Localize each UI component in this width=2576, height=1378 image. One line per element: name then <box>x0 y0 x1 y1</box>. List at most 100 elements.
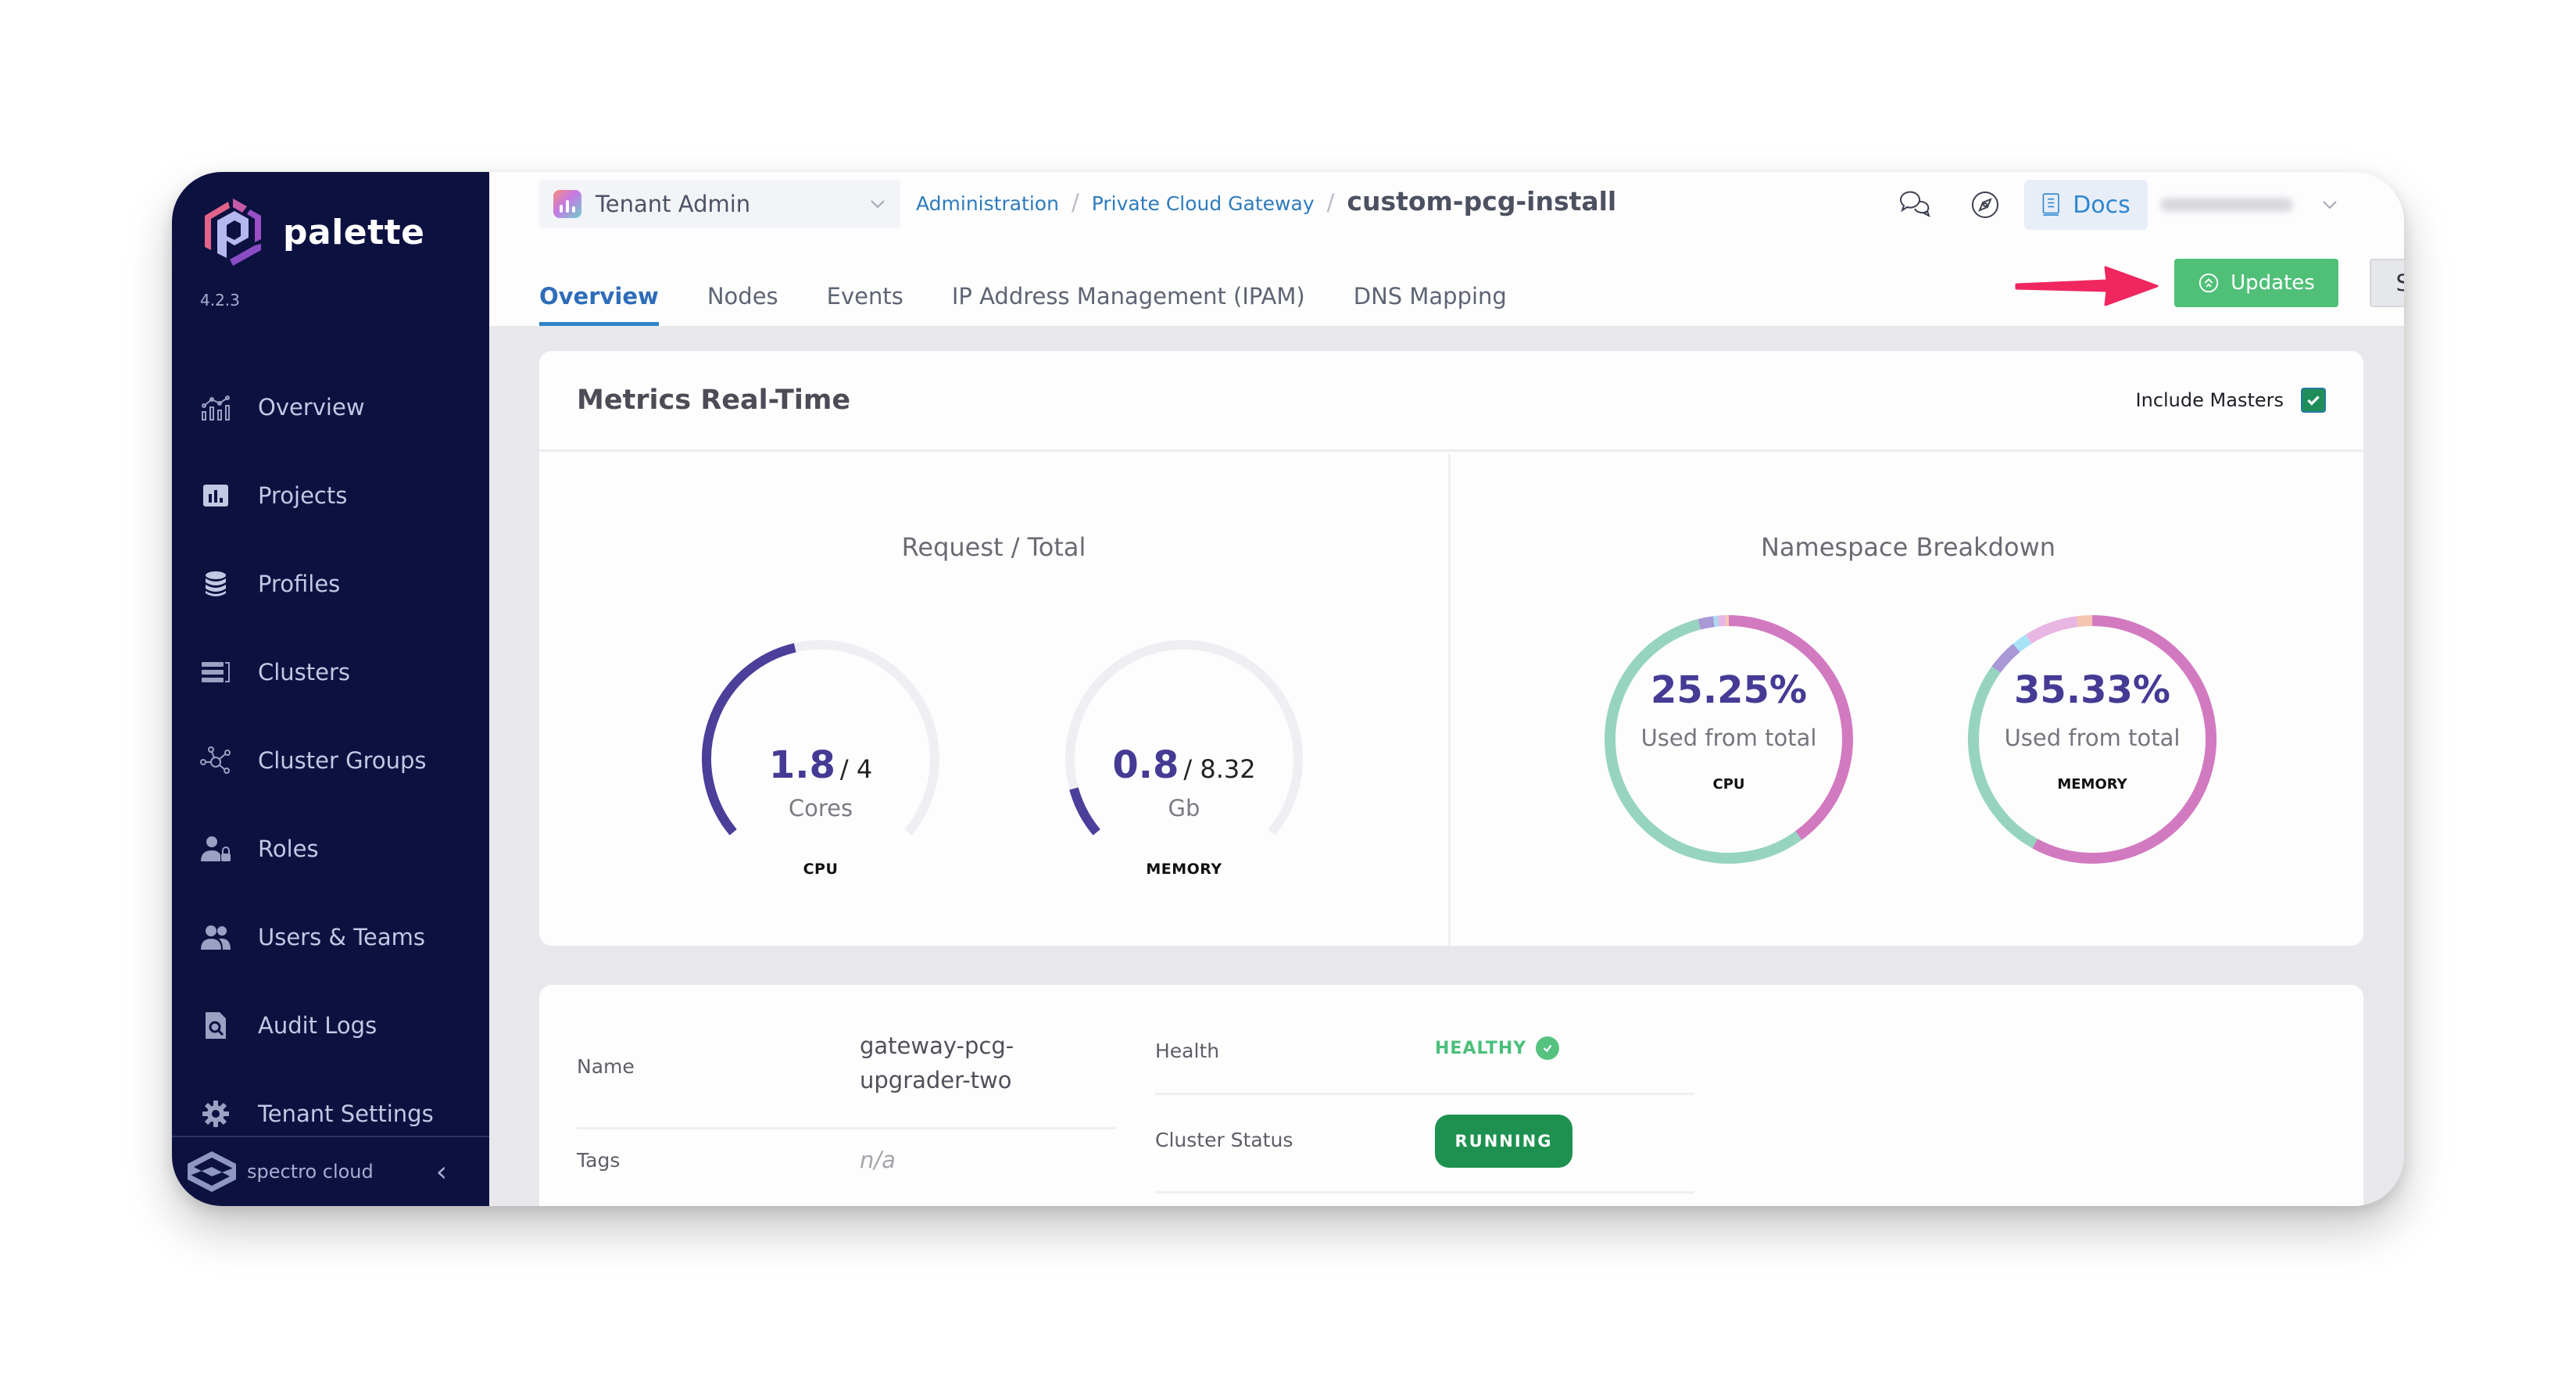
footer-brand: spectro cloud <box>247 1161 374 1183</box>
docs-button[interactable]: Docs <box>2024 180 2148 230</box>
name-value: gateway-pcg- upgrader-two <box>860 1029 1014 1097</box>
sidebar-item-clusters[interactable]: Clusters <box>172 628 489 716</box>
donut-name: MEMORY <box>2057 776 2127 793</box>
upgrade-icon <box>2199 273 2219 293</box>
brand-name: palette <box>283 212 425 252</box>
users-icon <box>200 922 231 953</box>
sidebar-item-label: Tenant Settings <box>258 1100 434 1127</box>
tab-bar: Overview Nodes Events IP Address Managem… <box>539 263 1555 326</box>
sidebar-item-label: Projects <box>258 481 348 509</box>
donut-segment <box>1713 615 1719 628</box>
docs-label: Docs <box>2073 191 2131 219</box>
sidebar-item-projects[interactable]: Projects <box>172 451 489 539</box>
gauge-total-value: 8.32 <box>1200 754 1256 784</box>
include-masters-checkbox[interactable] <box>2301 388 2326 413</box>
top-bar: Tenant Admin Administration / Private Cl… <box>489 172 2404 326</box>
sidebar-item-overview[interactable]: Overview <box>172 363 489 451</box>
metrics-title: Metrics Real-Time <box>577 385 851 416</box>
sidebar-item-label: Overview <box>258 393 365 421</box>
gauge-value: 0.8/ 8.32 <box>1051 743 1317 787</box>
sidebar-nav: Overview Projects Profiles Clusters Clus… <box>172 363 489 1158</box>
explore-button[interactable] <box>1962 181 2009 228</box>
chat-button[interactable] <box>1891 181 1938 228</box>
row-divider <box>577 1127 1116 1129</box>
compass-icon <box>1972 191 1998 218</box>
sidebar-item-users-teams[interactable]: Users & Teams <box>172 893 489 981</box>
tab-dns-mapping[interactable]: DNS Mapping <box>1354 263 1507 326</box>
app-version: 4.2.3 <box>200 291 240 310</box>
name-value-line2: upgrader-two <box>860 1067 1012 1093</box>
gauge-total: / 8.32 <box>1183 754 1256 784</box>
sidebar-item-label: Users & Teams <box>258 923 426 950</box>
tenant-icon <box>553 190 581 218</box>
cpu-donut: 25.25% Used from total CPU <box>1600 610 1858 868</box>
breadcrumb-administration[interactable]: Administration <box>916 192 1059 215</box>
updates-label: Updates <box>2231 271 2315 295</box>
donut-subtitle: Used from total <box>2004 725 2181 751</box>
updates-button[interactable]: Updates <box>2174 259 2338 307</box>
health-value: HEALTHY <box>1435 1038 1527 1058</box>
spectro-cloud-logo-icon <box>188 1151 236 1192</box>
collapse-sidebar-button[interactable]: ‹ <box>436 1156 447 1188</box>
donut-percent: 35.33% <box>2014 668 2170 712</box>
breadcrumb: Administration / Private Cloud Gateway /… <box>916 186 1616 225</box>
gauge-value: 1.8/ 4 <box>688 743 953 787</box>
health-status: HEALTHY <box>1435 1036 1560 1060</box>
sidebar-item-label: Roles <box>258 835 319 862</box>
check-circle-icon <box>1536 1036 1560 1060</box>
cluster-status-label: Cluster Status <box>1155 1129 1293 1151</box>
top-actions: Docs <box>1891 180 2404 230</box>
chat-icon <box>1899 191 1930 217</box>
gear-icon <box>200 1098 231 1129</box>
tab-ipam[interactable]: IP Address Management (IPAM) <box>952 263 1305 326</box>
gauge-used: 0.8 <box>1112 743 1179 787</box>
donut-segment <box>2025 616 2078 644</box>
donut-segment <box>2012 634 2032 653</box>
gauge-name: MEMORY <box>1146 861 1222 878</box>
sidebar-item-cluster-groups[interactable]: Cluster Groups <box>172 716 489 804</box>
breadcrumb-separator: / <box>1326 189 1335 216</box>
sidebar: palette 4.2.3 Overview Projects Profiles… <box>172 172 489 1206</box>
donut-segment <box>1698 616 1715 630</box>
breadcrumb-private-cloud-gateway[interactable]: Private Cloud Gateway <box>1092 192 1315 215</box>
sidebar-item-roles[interactable]: Roles <box>172 804 489 893</box>
breadcrumb-separator: / <box>1071 189 1079 216</box>
book-icon <box>2042 193 2059 216</box>
namespace-breakdown-section: Namespace Breakdown 25.25% Used from tot… <box>1453 454 2363 946</box>
sidebar-item-profiles[interactable]: Profiles <box>172 539 489 628</box>
chart-line-icon <box>200 392 231 423</box>
tags-value: n/a <box>860 1147 896 1173</box>
gauge-used: 1.8 <box>768 743 835 787</box>
page-title: custom-pcg-install <box>1347 186 1617 217</box>
network-nodes-icon <box>200 745 231 776</box>
tenant-selector[interactable]: Tenant Admin <box>539 180 900 228</box>
server-list-icon <box>200 657 231 688</box>
row-divider <box>1155 1191 1694 1194</box>
tenant-selector-label: Tenant Admin <box>596 191 751 217</box>
tab-nodes[interactable]: Nodes <box>707 263 778 326</box>
donut-percent: 25.25% <box>1651 668 1807 712</box>
palette-logo[interactable]: palette <box>200 195 425 269</box>
donut-segment <box>1991 643 2020 673</box>
health-label: Health <box>1155 1040 1220 1062</box>
settings-dropdown[interactable]: Settings <box>2370 259 2404 307</box>
user-menu[interactable] <box>2160 180 2349 230</box>
metrics-card: Metrics Real-Time Include Masters Reques… <box>539 351 2363 946</box>
gauge-total: / 4 <box>839 754 873 784</box>
donut-subtitle: Used from total <box>1640 725 1817 751</box>
gauge-unit: Cores <box>788 795 853 821</box>
tab-events[interactable]: Events <box>827 263 903 326</box>
tags-label: Tags <box>577 1149 621 1172</box>
user-name-redacted <box>2160 198 2293 212</box>
bar-chart-icon <box>200 480 231 511</box>
tab-overview[interactable]: Overview <box>539 263 659 326</box>
name-label: Name <box>577 1055 635 1078</box>
chevron-down-icon <box>871 200 885 209</box>
sidebar-item-label: Audit Logs <box>258 1011 377 1039</box>
sidebar-item-audit-logs[interactable]: Audit Logs <box>172 981 489 1069</box>
annotation-arrow-icon <box>2015 266 2159 306</box>
gauge-name: CPU <box>803 861 839 878</box>
memory-donut: 35.33% Used from total MEMORY <box>1963 610 2221 868</box>
request-total-section: Request / Total 1.8/ 4 Cores CPU 0.8 / 8… <box>539 454 1451 946</box>
settings-label: Settings <box>2395 270 2404 296</box>
